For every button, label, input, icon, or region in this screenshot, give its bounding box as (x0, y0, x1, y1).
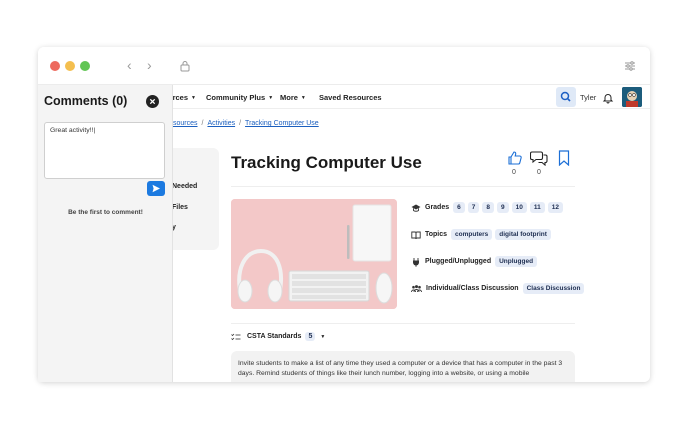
comments-title: Comments (0) (44, 94, 128, 108)
back-arrow-icon[interactable]: ‹ (127, 57, 132, 73)
grade-tag[interactable]: 8 (482, 202, 494, 213)
csta-label: CSTA Standards (247, 333, 302, 340)
nav-item-more[interactable]: More ▼ (280, 93, 306, 102)
discussion-row: Individual/Class Discussion Class Discus… (411, 283, 587, 294)
close-comments-button[interactable] (146, 95, 159, 108)
page-title: Tracking Computer Use (231, 153, 422, 172)
csta-count-badge: 5 (305, 332, 316, 341)
comment-count: 0 (537, 169, 541, 176)
nav-item-saved-resources[interactable]: Saved Resources (319, 93, 382, 102)
divider (231, 323, 575, 324)
bell-icon[interactable] (602, 91, 614, 109)
thumbs-up-icon[interactable] (507, 150, 523, 171)
grade-tag[interactable]: 7 (467, 202, 480, 213)
grades-row: Grades 6 7 8 9 10 11 12 (411, 202, 566, 213)
grades-label: Grades (425, 204, 450, 211)
plug-icon (413, 257, 419, 267)
breadcrumb-resources-link[interactable]: sources (173, 120, 198, 127)
section-link-needed[interactable]: Needed (172, 183, 197, 190)
chevron-down-icon: ▼ (268, 95, 274, 102)
send-icon (152, 184, 160, 193)
chevron-down-icon: ▼ (300, 95, 306, 102)
close-icon (149, 98, 156, 105)
discussion-tag[interactable]: Class Discussion (522, 283, 585, 294)
plugged-row: Plugged/Unplugged Unplugged (411, 256, 540, 267)
activity-description: Invite students to make a list of any ti… (231, 351, 575, 382)
search-icon (560, 91, 571, 102)
grade-tag[interactable]: 10 (511, 202, 527, 213)
no-comments-message: Be the first to comment! (68, 209, 143, 216)
comments-icon[interactable] (529, 150, 548, 171)
graduation-cap-icon (411, 204, 421, 212)
nav-item-community-plus[interactable]: Community Plus ▼ (206, 93, 273, 102)
close-window-button[interactable] (50, 61, 60, 71)
chevron-down-icon: ▼ (320, 333, 326, 340)
grade-tag[interactable]: 11 (529, 202, 545, 213)
group-icon (411, 284, 422, 292)
grade-tag[interactable]: 9 (497, 202, 509, 213)
plugged-label: Plugged/Unplugged (425, 258, 492, 265)
maximize-window-button[interactable] (80, 61, 90, 71)
section-link-files[interactable]: Files (172, 204, 188, 211)
comment-input[interactable]: Great activity!!| (44, 122, 165, 179)
topics-label: Topics (425, 231, 448, 238)
avatar[interactable] (622, 87, 642, 107)
browser-titlebar: ‹ › (38, 47, 650, 85)
discussion-label: Individual/Class Discussion (426, 285, 519, 292)
grade-tag[interactable]: 12 (547, 202, 563, 213)
csta-standards-toggle[interactable]: CSTA Standards 5 ▼ (231, 332, 325, 341)
tune-icon[interactable] (624, 59, 636, 77)
search-button[interactable] (556, 87, 576, 107)
chevron-down-icon: ▼ (191, 95, 196, 102)
plugged-tag[interactable]: Unplugged (495, 256, 538, 267)
book-icon (411, 231, 421, 239)
lock-icon (180, 59, 190, 77)
send-comment-button[interactable] (147, 181, 165, 196)
comments-panel: Comments (0) Great activity!!| Be the fi… (38, 85, 173, 382)
bookmark-icon[interactable] (558, 150, 570, 171)
topic-tag[interactable]: digital footprint (495, 229, 551, 240)
like-count: 0 (512, 169, 516, 176)
breadcrumb: sources / Activities / Tracking Computer Use (173, 120, 319, 127)
activity-image (231, 199, 397, 309)
breadcrumb-activities-link[interactable]: Activities (207, 120, 235, 127)
forward-arrow-icon[interactable]: › (147, 57, 152, 73)
topics-row: Topics computers digital footprint (411, 229, 554, 240)
grade-tag[interactable]: 6 (453, 202, 465, 213)
user-name[interactable]: Tyler (580, 93, 596, 102)
breadcrumb-current-page[interactable]: Tracking Computer Use (245, 120, 319, 127)
minimize-window-button[interactable] (65, 61, 75, 71)
divider (231, 186, 575, 187)
topic-tag[interactable]: computers (451, 229, 493, 240)
checklist-icon (231, 333, 241, 340)
